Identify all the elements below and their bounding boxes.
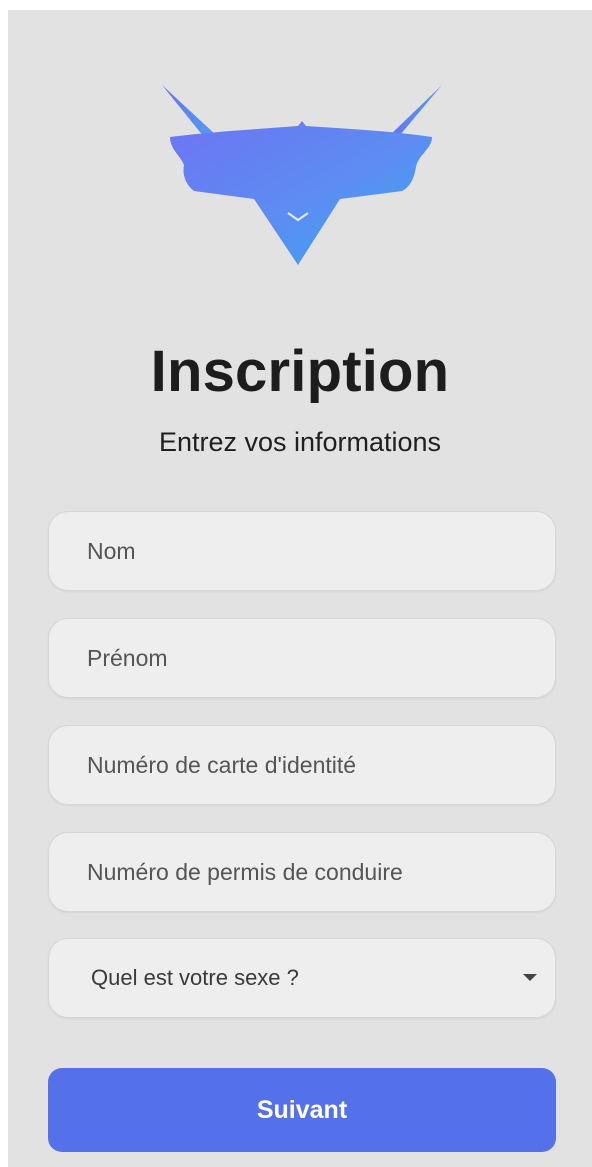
caret-down-icon[interactable] — [523, 974, 537, 981]
last-name-field[interactable] — [48, 511, 556, 591]
bull-head-logo-icon — [162, 85, 442, 265]
license-input[interactable] — [49, 833, 555, 911]
first-name-field[interactable] — [48, 618, 556, 698]
page-title: Inscription — [150, 339, 450, 404]
license-field[interactable] — [48, 832, 556, 912]
id-card-input[interactable] — [49, 726, 555, 804]
page-subtitle: Entrez vos informations — [158, 427, 442, 457]
next-button[interactable]: Suivant — [48, 1068, 556, 1152]
sex-select-value: Quel est votre sexe ? — [91, 965, 299, 990]
sex-select[interactable]: Quel est votre sexe ? — [48, 938, 556, 1018]
first-name-input[interactable] — [49, 619, 555, 697]
last-name-input[interactable] — [49, 512, 555, 590]
id-card-field[interactable] — [48, 725, 556, 805]
